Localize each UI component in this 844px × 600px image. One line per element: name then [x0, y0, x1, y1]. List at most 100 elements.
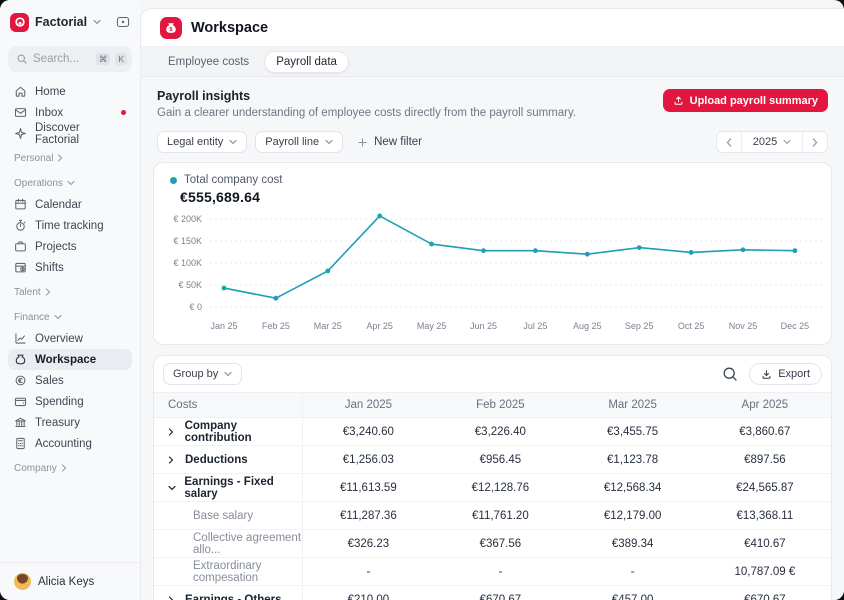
sidebar-item-workspace[interactable]: Workspace — [8, 349, 132, 370]
svg-text:Dec 25: Dec 25 — [781, 321, 810, 331]
chevron-down-icon[interactable] — [168, 485, 176, 491]
filter-legal-entity-dropdown[interactable]: Legal entity — [157, 131, 247, 153]
search-input[interactable]: Search... ⌘ K — [8, 46, 132, 72]
main-wrap: $ Workspace Employee costsPayroll data P… — [140, 0, 844, 600]
cost-cell: €670.67 — [699, 586, 831, 600]
cost-cell: €410.67 — [699, 530, 831, 558]
table-row-company-contribution[interactable]: Company contribution€3,240.60€3,226.40€3… — [154, 418, 831, 446]
new-filter-button[interactable]: New filter — [357, 136, 422, 148]
cost-cell: - — [567, 558, 699, 586]
sidebar-toggle-icon[interactable] — [116, 16, 130, 28]
shortcut-cmd-key: ⌘ — [96, 53, 111, 65]
cost-cell: - — [302, 558, 434, 586]
chevron-right-icon[interactable] — [168, 596, 177, 600]
sidebar-item-projects[interactable]: Projects — [8, 236, 132, 257]
cost-cell: €13,368.11 — [699, 502, 831, 530]
sidebar-item-home[interactable]: Home — [8, 81, 132, 102]
svg-text:€ 50K: € 50K — [178, 280, 202, 290]
cost-cell: €1,256.03 — [302, 446, 434, 474]
user-name: Alicia Keys — [38, 576, 94, 588]
brand-row: Factorial — [8, 10, 132, 34]
next-year-button[interactable] — [803, 132, 827, 152]
legend-label: Total company cost — [184, 174, 282, 186]
column-header-mar-2025: Mar 2025 — [567, 393, 699, 418]
sidebar-item-spending[interactable]: Spending — [8, 391, 132, 412]
costs-table: CostsJan 2025Feb 2025Mar 2025Apr 2025 Co… — [154, 392, 831, 600]
upload-payroll-summary-button[interactable]: Upload payroll summary — [663, 89, 828, 112]
upload-icon — [673, 95, 684, 106]
export-button[interactable]: Export — [749, 363, 822, 385]
discover-icon — [14, 127, 27, 140]
chevron-down-icon — [229, 139, 237, 145]
cost-cell: €3,455.75 — [567, 418, 699, 446]
chart-legend: Total company cost €555,689.64 — [154, 163, 831, 205]
cost-cell: 10,787.09 € — [699, 558, 831, 586]
sidebar-section-operations[interactable]: Operations — [8, 176, 132, 190]
svg-text:Mar 25: Mar 25 — [314, 321, 342, 331]
cost-cell: €11,761.20 — [434, 502, 566, 530]
chevron-right-icon[interactable] — [168, 456, 177, 464]
sidebar-item-treasury[interactable]: Treasury — [8, 412, 132, 433]
brand-name[interactable]: Factorial — [35, 15, 87, 29]
calendar-icon — [14, 198, 27, 211]
column-header-jan-2025: Jan 2025 — [302, 393, 434, 418]
chevron-right-icon[interactable] — [168, 428, 177, 436]
sidebar-item-sales[interactable]: Sales — [8, 370, 132, 391]
cost-cell: €12,179.00 — [567, 502, 699, 530]
cost-cell: €457.00 — [567, 586, 699, 600]
user-menu[interactable]: Alicia Keys — [0, 562, 140, 600]
sidebar-item-overview[interactable]: Overview — [8, 328, 132, 349]
cost-cell: €3,226.40 — [434, 418, 566, 446]
sidebar-item-inbox[interactable]: Inbox — [8, 102, 132, 123]
previous-year-button[interactable] — [717, 132, 741, 152]
filter-payroll-line-dropdown[interactable]: Payroll line — [255, 131, 343, 153]
cost-cell: €12,568.34 — [567, 474, 699, 502]
sidebar-item-shifts[interactable]: Shifts — [8, 257, 132, 278]
table-row-base-salary: Base salary€11,287.36€11,761.20€12,179.0… — [154, 502, 831, 530]
sidebar-item-accounting[interactable]: Accounting — [8, 433, 132, 454]
sidebar-item-time-tracking[interactable]: Time tracking — [8, 215, 132, 236]
svg-text:Sep 25: Sep 25 — [625, 321, 654, 331]
cost-cell: €24,565.87 — [699, 474, 831, 502]
chevron-down-icon — [67, 180, 75, 186]
cost-cell: €670.67 — [434, 586, 566, 600]
time-tracking-icon — [14, 219, 27, 232]
tab-employee-costs[interactable]: Employee costs — [157, 52, 260, 72]
svg-text:Nov 25: Nov 25 — [729, 321, 758, 331]
table-search-button[interactable] — [720, 364, 740, 384]
sidebar-section-personal[interactable]: Personal — [8, 151, 132, 165]
main-panel: $ Workspace Employee costsPayroll data P… — [140, 8, 844, 600]
svg-text:€ 150K: € 150K — [173, 236, 202, 246]
sidebar-item-discover-factorial[interactable]: Discover Factorial — [8, 123, 132, 144]
total-company-cost-value: €555,689.64 — [180, 189, 831, 205]
payroll-chart-card: Total company cost €555,689.64 € 200K € 1… — [153, 162, 832, 345]
sidebar-nav: HomeInboxDiscover Factorial Personal Opera… — [8, 81, 132, 479]
tab-bar: Employee costsPayroll data — [141, 46, 844, 77]
sidebar-section-finance[interactable]: Finance — [8, 310, 132, 324]
download-icon — [761, 369, 772, 380]
year-dropdown[interactable]: 2025 — [741, 132, 803, 152]
sidebar-section-company[interactable]: Company — [8, 461, 132, 475]
svg-text:€ 0: € 0 — [189, 302, 202, 312]
cost-cell: €11,613.59 — [302, 474, 434, 502]
accounting-icon — [14, 437, 27, 450]
table-row-earnings-fixed-salary[interactable]: Earnings - Fixed salary€11,613.59€12,128… — [154, 474, 831, 502]
chevron-down-icon — [224, 371, 232, 377]
sidebar-section-talent[interactable]: Talent — [8, 285, 132, 299]
svg-text:Oct 25: Oct 25 — [678, 321, 705, 331]
sidebar: Factorial Search... ⌘ K HomeInboxDiscove… — [0, 0, 140, 600]
table-row-extraordinary-compesation: Extraordinary compesation---10,787.09 € — [154, 558, 831, 586]
group-by-dropdown[interactable]: Group by — [163, 363, 242, 385]
column-header-apr-2025: Apr 2025 — [699, 393, 831, 418]
chevron-down-icon[interactable] — [93, 19, 101, 25]
table-row-deductions[interactable]: Deductions€1,256.03€956.45€1,123.78€897.… — [154, 446, 831, 474]
inbox-icon — [14, 106, 27, 119]
cost-cell: €3,240.60 — [302, 418, 434, 446]
sidebar-item-calendar[interactable]: Calendar — [8, 194, 132, 215]
cost-cell: - — [434, 558, 566, 586]
tab-payroll-data[interactable]: Payroll data — [264, 51, 349, 73]
cost-cell: €897.56 — [699, 446, 831, 474]
table-row-earnings-others[interactable]: Earnings - Others€210.00€670.67€457.00€6… — [154, 586, 831, 600]
app-window: Factorial Search... ⌘ K HomeInboxDiscove… — [0, 0, 844, 600]
svg-text:€ 200K: € 200K — [173, 214, 202, 224]
